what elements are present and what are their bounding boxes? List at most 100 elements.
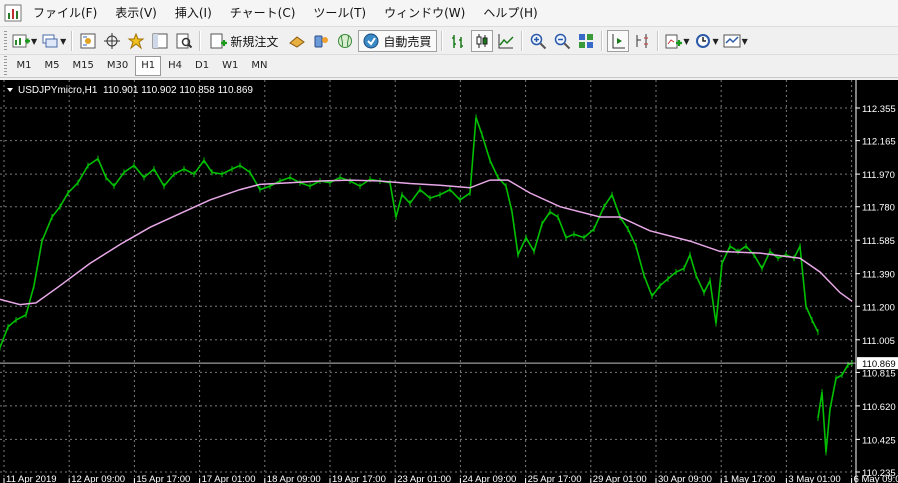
dropdown-arrow-icon: ▼ — [712, 36, 719, 46]
market-watch-button[interactable] — [77, 30, 99, 52]
time-tick-label: 30 Apr 09:00 — [658, 474, 712, 483]
timeframe-m15[interactable]: M15 — [67, 56, 100, 76]
terminal-icon — [152, 33, 168, 49]
time-tick-label: 18 Apr 09:00 — [267, 474, 321, 483]
new-chart-icon — [12, 34, 30, 48]
line-chart-button[interactable] — [495, 30, 517, 52]
new-order-button[interactable]: 新規注文 — [205, 30, 284, 52]
zoom-out-button[interactable] — [551, 30, 573, 52]
menu-bar: ファイル(F) 表示(V) 挿入(I) チャート(C) ツール(T) ウィンドウ… — [0, 0, 898, 26]
price-line — [0, 117, 819, 348]
vps-globe-icon — [338, 34, 353, 48]
templates-button[interactable]: ▼ — [722, 30, 749, 52]
menu-help[interactable]: ヘルプ(H) — [474, 0, 546, 26]
toolbar-separator — [601, 31, 604, 51]
new-order-icon — [210, 33, 228, 49]
price-tick-label: 111.780 — [862, 203, 895, 214]
signals-button[interactable] — [310, 30, 332, 52]
clock-icon — [695, 34, 710, 48]
tile-windows-icon — [579, 34, 594, 48]
toolbar-separator — [71, 31, 74, 51]
menu-tools[interactable]: ツール(T) — [304, 0, 375, 26]
strategy-tester-button[interactable] — [173, 30, 195, 52]
zoom-out-icon — [555, 33, 571, 50]
toolbar-grip[interactable] — [4, 31, 7, 51]
price-axis[interactable]: 112.355 112.165 111.970 111.780 111.585 111.3… — [856, 104, 896, 479]
indicators-button[interactable]: ▼ — [663, 30, 690, 52]
price-tick-label: 110.620 — [862, 402, 896, 413]
bar-chart-button[interactable] — [447, 30, 469, 52]
dropdown-arrow-icon: ▼ — [60, 36, 67, 46]
navigator-button[interactable] — [125, 30, 147, 52]
timeframe-d1[interactable]: D1 — [189, 56, 215, 76]
price-tick-label: 110.815 — [862, 368, 896, 379]
terminal-button[interactable] — [149, 30, 171, 52]
toolbar-grip[interactable] — [4, 56, 7, 76]
time-tick-label: 24 Apr 09:00 — [462, 474, 516, 483]
time-tick-label: 15 Apr 17:00 — [136, 474, 190, 483]
dropdown-arrow-icon: ▼ — [683, 36, 690, 46]
bid-line: 110.869 — [0, 357, 898, 370]
auto-scroll-button[interactable] — [607, 30, 630, 52]
timeframe-h1[interactable]: H1 — [135, 56, 162, 76]
profiles-button[interactable]: ▼ — [40, 30, 67, 52]
time-tick-label: 11 Apr 2019 — [6, 474, 57, 483]
time-tick-label: 17 Apr 01:00 — [202, 474, 256, 483]
menu-view[interactable]: 表示(V) — [106, 0, 166, 26]
zoom-in-button[interactable] — [527, 30, 549, 52]
moving-average-series — [0, 179, 853, 306]
price-chart[interactable]: 110.869 112.355 112.165 111.970 111.780 111.… — [0, 80, 898, 483]
time-tick-label: 19 Apr 17:00 — [332, 474, 386, 483]
crosshair-button[interactable] — [101, 30, 123, 52]
timeframe-mn[interactable]: MN — [245, 56, 273, 76]
timeframe-h4[interactable]: H4 — [162, 56, 188, 76]
chart-shift-button[interactable] — [631, 30, 653, 52]
time-tick-label: 29 Apr 01:00 — [593, 474, 647, 483]
price-tick-label: 111.390 — [862, 270, 895, 281]
price-tick-label: 111.970 — [862, 170, 895, 181]
time-tick-label: 3 May 01:00 — [788, 474, 840, 483]
price-tick-label: 110.425 — [862, 435, 896, 446]
price-tick-label: 111.585 — [862, 236, 895, 247]
auto-trading-label: 自動売買 — [383, 34, 432, 49]
price-series — [0, 114, 853, 456]
menu-file[interactable]: ファイル(F) — [24, 0, 106, 26]
auto-scroll-icon — [612, 34, 626, 49]
menu-chart[interactable]: チャート(C) — [221, 0, 305, 26]
navigator-star-icon — [127, 32, 145, 50]
price-tick-label: 111.005 — [862, 336, 895, 347]
timeframe-m30[interactable]: M30 — [101, 56, 134, 76]
zoom-in-icon — [531, 33, 547, 50]
vps-button[interactable] — [334, 30, 356, 52]
price-tick-label: 111.200 — [862, 302, 895, 313]
price-tick-label: 112.355 — [862, 104, 896, 115]
periods-button[interactable]: ▼ — [693, 30, 720, 52]
chart-window[interactable]: 110.869 112.355 112.165 111.970 111.780 111.… — [0, 80, 898, 483]
time-tick-label: 12 Apr 09:00 — [71, 474, 125, 483]
timeframe-m5[interactable]: M5 — [39, 56, 66, 76]
bar-chart-icon — [452, 35, 464, 48]
tile-windows-button[interactable] — [575, 30, 597, 52]
price-tick-label: 112.165 — [862, 137, 896, 148]
auto-trading-button[interactable]: 自動売買 — [358, 30, 438, 52]
timeframe-w1[interactable]: W1 — [216, 56, 244, 76]
menu-window[interactable]: ウィンドウ(W) — [375, 0, 474, 26]
new-order-label: 新規注文 — [230, 34, 279, 49]
time-axis[interactable]: 11 Apr 2019 12 Apr 09:00 15 Apr 17:00 17 Ap… — [3, 474, 898, 483]
new-chart-button[interactable]: ▼ — [11, 30, 38, 52]
line-chart-icon — [498, 34, 514, 49]
dropdown-arrow-icon: ▼ — [741, 36, 748, 46]
profiles-icon — [42, 34, 58, 48]
metaeditor-book-icon — [289, 36, 306, 48]
metaeditor-button[interactable] — [286, 30, 308, 52]
dropdown-arrow-icon: ▼ — [31, 36, 38, 46]
candlestick-chart-button[interactable] — [471, 30, 494, 52]
candlestick-icon — [476, 34, 488, 48]
chart-shift-icon — [636, 34, 649, 48]
chart-title-arrow-icon[interactable] — [7, 88, 13, 92]
standard-toolbar: ▼ ▼ 新規注文 自動売買 ▼ ▼ ▼ — [0, 26, 898, 55]
auto-trading-icon — [363, 33, 379, 49]
timeframe-m1[interactable]: M1 — [11, 56, 38, 76]
toolbar-separator — [657, 31, 660, 51]
menu-insert[interactable]: 挿入(I) — [166, 0, 221, 26]
